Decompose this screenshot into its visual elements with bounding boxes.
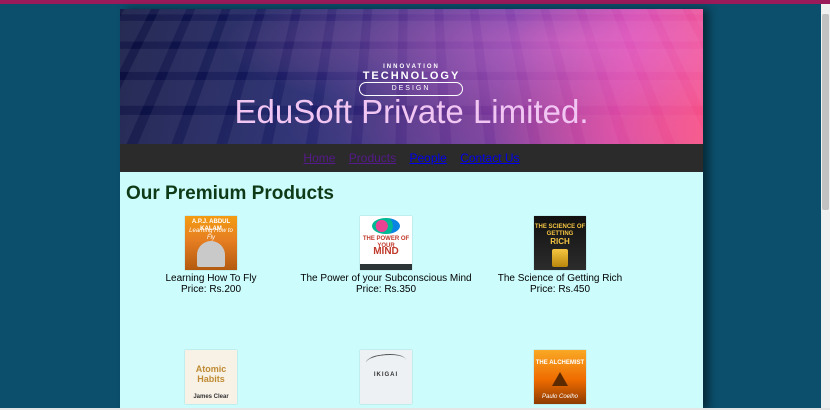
product-card[interactable]: Atomic Habits James Clear [120, 350, 306, 404]
product-price: Price: Rs.200 [180, 284, 242, 295]
brain-graphic [372, 218, 400, 234]
cover-title: THE SCIENCE OF GETTING [534, 224, 586, 237]
pyramid-graphic [552, 372, 568, 386]
header-banner: INNOVATION TECHNOLOGY DESIGN EduSoft Pri… [120, 9, 703, 144]
navbar: Home Products People Contact Us [120, 144, 703, 172]
product-price: Price: Rs.350 [355, 284, 417, 295]
product-name: Learning How To Fly [165, 273, 257, 284]
book-cover-image[interactable]: THE SCIENCE OF GETTING RICH [534, 216, 586, 270]
cover-title: THE ALCHEMIST [535, 360, 585, 366]
product-name: The Power of your Subconscious Mind [300, 273, 472, 284]
product-price: Price: Rs.450 [529, 284, 591, 295]
window-top-accent [0, 0, 830, 4]
cover-subtitle: James Clear [193, 394, 229, 400]
product-card[interactable]: A.P.J. ABDUL KALAM Learning How to Fly L… [120, 216, 306, 295]
banner-technology-text: TECHNOLOGY [362, 70, 461, 82]
book-cover-image[interactable]: Atomic Habits James Clear [185, 350, 237, 404]
book-cover-image[interactable]: A.P.J. ABDUL KALAM Learning How to Fly [185, 216, 237, 270]
book-cover-image[interactable]: THE POWER OF YOUR MIND [360, 216, 412, 270]
cover-subtitle: Paulo Coelho [541, 394, 579, 400]
site-title: EduSoft Private Limited. [234, 93, 589, 130]
product-card[interactable]: IKIGAI [291, 350, 481, 404]
book-cover-image[interactable]: THE ALCHEMIST Paulo Coelho [534, 350, 586, 404]
cover-title: IKIGAI [373, 372, 399, 378]
portrait-image [197, 241, 225, 267]
cover-subtitle: Learning How to Fly [189, 228, 233, 241]
page-container: INNOVATION TECHNOLOGY DESIGN EduSoft Pri… [120, 9, 703, 410]
product-card[interactable]: THE SCIENCE OF GETTING RICH The Science … [465, 216, 655, 295]
branch-graphic [365, 351, 407, 372]
scrollbar-thumb[interactable] [822, 14, 829, 210]
nav-contact-link[interactable]: Contact Us [460, 151, 519, 165]
nav-home-link[interactable]: Home [303, 151, 335, 165]
cover-subtitle: RICH [550, 237, 570, 246]
cover-title: Atomic Habits [195, 364, 227, 384]
book-cover-image[interactable]: IKIGAI [360, 350, 412, 404]
section-heading: Our Premium Products [126, 183, 334, 204]
nav-people-link[interactable]: People [409, 151, 446, 165]
nav-products-link[interactable]: Products [349, 151, 396, 165]
cover-subtitle: MIND [373, 246, 399, 257]
product-card[interactable]: THE ALCHEMIST Paulo Coelho [465, 350, 655, 404]
product-name: The Science of Getting Rich [497, 273, 623, 284]
product-card[interactable]: THE POWER OF YOUR MIND The Power of your… [291, 216, 481, 295]
